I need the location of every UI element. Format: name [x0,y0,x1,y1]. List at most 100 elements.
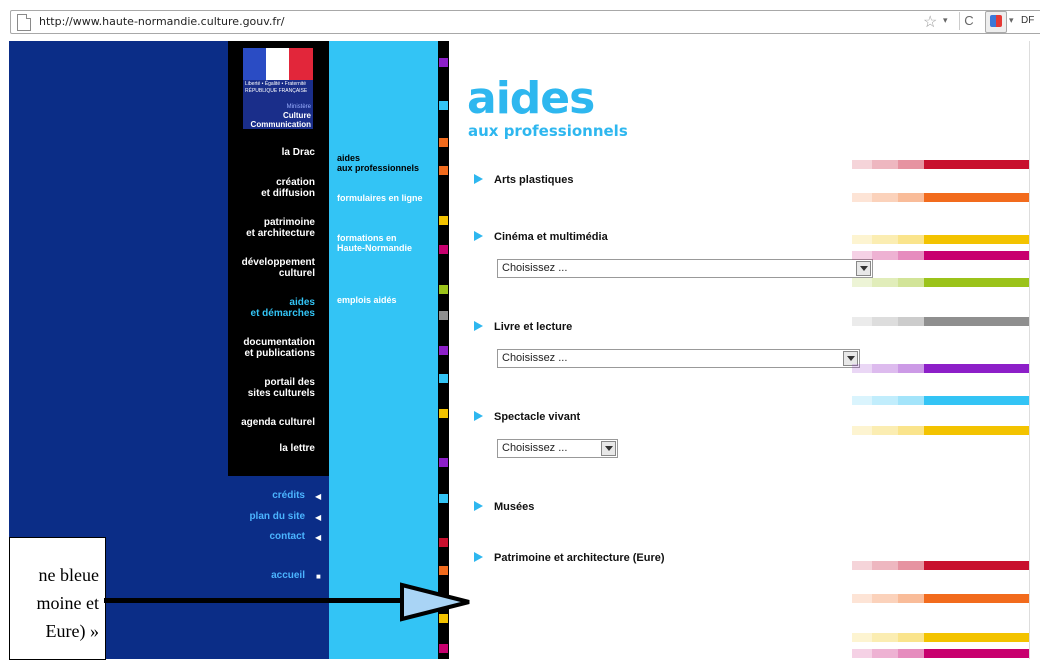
annotation-callout-text: ne bleue moine et Eure) » [36,565,99,641]
color-bar [852,251,1030,260]
play-arrow-icon [474,174,483,184]
url-text[interactable]: http://www.haute-normandie.culture.gouv.… [39,15,285,28]
google-search-icon[interactable] [985,11,1007,33]
nav-item-patrimoine[interactable]: patrimoine et architecture [215,217,315,239]
spectacle-select[interactable]: Choisissez ... [497,439,618,458]
annotation-arrow-line [104,598,404,603]
nav-item-aides[interactable]: aides et démarches [215,297,315,319]
color-bar [852,396,1030,405]
strip-mark [439,409,448,418]
history-dropdown-icon[interactable]: ▾ [943,15,948,26]
section-cinema[interactable]: Cinéma et multimédia [474,231,608,243]
footer-link-plan-du-site[interactable]: plan du site [235,511,305,522]
search-field-text[interactable]: DF [1021,15,1034,26]
right-edge [1029,41,1040,659]
page-title: aides [467,73,595,124]
sub-nav [329,41,438,659]
strip-mark [439,285,448,294]
strip-mark [439,566,448,575]
browser-toolbar: http://www.haute-normandie.culture.gouv.… [0,0,1040,40]
reload-icon[interactable]: C [959,12,978,30]
nav-item-creation[interactable]: création et diffusion [215,177,315,199]
arrow-left-icon: ◀ [315,533,322,542]
footer-link-accueil[interactable]: accueil [245,570,305,581]
select-value: Choisissez ... [502,262,568,274]
section-spectacle[interactable]: Spectacle vivant [474,411,580,423]
color-bar [852,317,1030,326]
page-subtitle: aux professionnels [468,122,628,140]
select-value: Choisissez ... [502,442,568,454]
section-label[interactable]: Arts plastiques [494,174,573,186]
search-engine-dropdown-icon[interactable]: ▾ [1009,15,1014,26]
nav-bottom-panel [228,476,329,659]
nav-item-agenda[interactable]: agenda culturel [215,417,315,428]
section-label[interactable]: Livre et lecture [494,321,572,333]
color-bar [852,364,1030,373]
strip-mark [439,58,448,67]
strip-mark [439,346,448,355]
logo-ministry-text: Ministère [286,104,311,110]
color-bar [852,193,1030,202]
section-patrimoine-eure[interactable]: Patrimoine et architecture (Eure) [474,552,665,564]
strip-mark [439,538,448,547]
address-bar[interactable]: http://www.haute-normandie.culture.gouv.… [10,10,1040,34]
select-value: Choisissez ... [502,352,568,364]
subnav-item-formulaires[interactable]: formulaires en ligne [337,193,423,203]
section-label[interactable]: Musées [494,501,534,513]
subnav-item-formations[interactable]: formations en Haute-Normandie [337,233,412,253]
strip-mark [439,138,448,147]
section-label[interactable]: Cinéma et multimédia [494,231,608,243]
strip-mark [439,311,448,320]
color-bar [852,561,1030,570]
square-icon: ■ [316,572,321,581]
play-arrow-icon [474,552,483,562]
strip-mark [439,216,448,225]
nav-item-la-drac[interactable]: la Drac [215,147,315,158]
arrow-left-icon: ◀ [315,513,322,522]
play-arrow-icon [474,411,483,421]
footer-link-credits[interactable]: crédits [245,490,305,501]
strip-mark [439,458,448,467]
nav-item-developpement[interactable]: développement culturel [215,257,315,279]
cinema-select[interactable]: Choisissez ... [497,259,873,278]
strip-mark [439,374,448,383]
color-bar [852,278,1030,287]
color-bar [852,235,1030,244]
color-bar [852,160,1030,169]
livre-select[interactable]: Choisissez ... [497,349,860,368]
section-label[interactable]: Spectacle vivant [494,411,580,423]
section-musees[interactable]: Musées [474,501,534,513]
footer-link-contact[interactable]: contact [245,531,305,542]
logo-republic-text: Liberté • Égalité • Fraternité RÉPUBLIQU… [245,81,308,94]
color-bar [852,594,1030,603]
play-arrow-icon [474,501,483,511]
subnav-item-aides-professionnels[interactable]: aides aux professionnels [337,153,419,173]
play-arrow-icon [474,321,483,331]
color-bar [852,426,1030,435]
chevron-down-icon[interactable] [601,441,616,456]
strip-mark [439,101,448,110]
nav-item-la-lettre[interactable]: la lettre [215,443,315,454]
color-bar [852,633,1030,642]
page-icon [17,14,31,31]
section-arts-plastiques[interactable]: Arts plastiques [474,174,573,186]
nav-item-documentation[interactable]: documentation et publications [215,337,315,359]
strip-mark [439,644,448,653]
annotation-arrow-icon [400,582,470,622]
strip-mark [439,245,448,254]
website: Liberté • Égalité • Fraternité RÉPUBLIQU… [9,41,1040,660]
section-label[interactable]: Patrimoine et architecture (Eure) [494,552,665,564]
play-arrow-icon [474,231,483,241]
subnav-item-emplois[interactable]: emplois aidés [337,295,397,305]
color-bar [852,649,1030,658]
logo-culture-text: Culture Communication [250,111,311,129]
nav-item-portail[interactable]: portail des sites culturels [215,377,315,399]
bookmark-star-icon[interactable]: ☆ [923,12,937,32]
arrow-left-icon: ◀ [315,492,322,501]
chevron-down-icon[interactable] [856,261,871,276]
republique-francaise-logo[interactable]: Liberté • Égalité • Fraternité RÉPUBLIQU… [243,48,313,129]
section-livre[interactable]: Livre et lecture [474,321,572,333]
strip-mark [439,166,448,175]
tricolor-flag [243,48,313,80]
strip-mark [439,494,448,503]
